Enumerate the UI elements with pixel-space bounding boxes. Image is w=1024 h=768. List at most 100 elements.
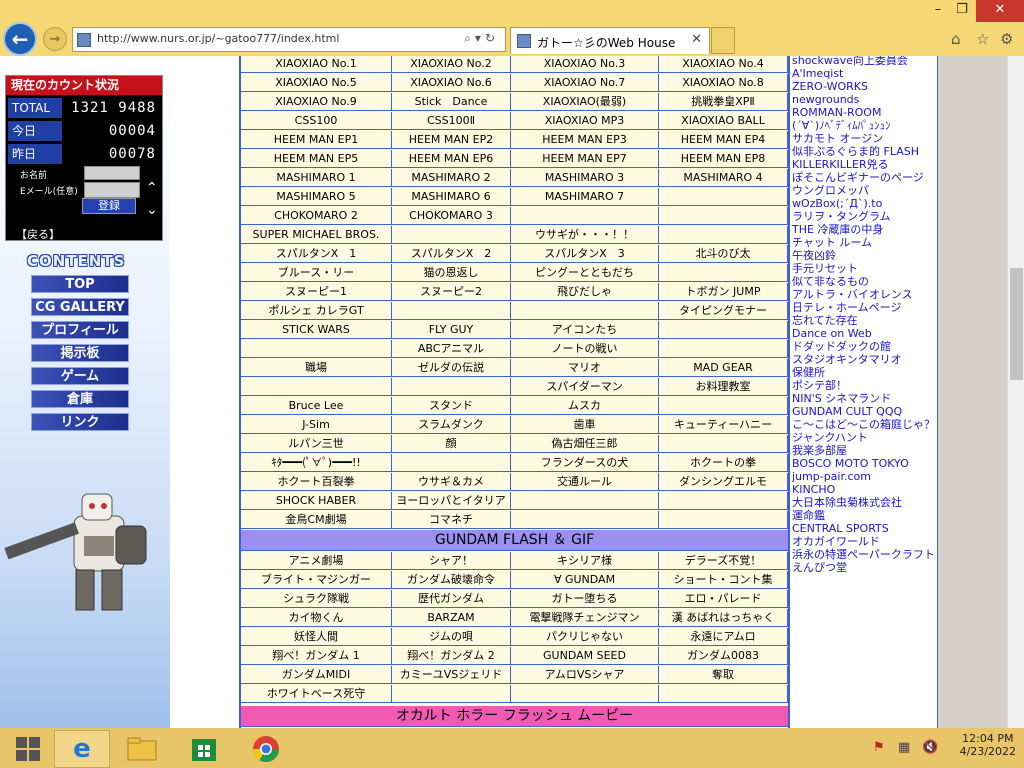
external-link[interactable]: 日テレ・ホームページ [792,301,901,314]
flash-link[interactable]: スヌーピー1 [241,283,392,301]
taskbar-chrome[interactable] [238,730,294,768]
external-link[interactable]: CENTRAL SPORTS [792,522,889,535]
new-tab-button[interactable] [711,27,735,54]
flash-link[interactable]: MASHIMARO 6 [392,188,511,206]
external-link[interactable]: NIN'S シネマランド [792,392,891,405]
external-link[interactable]: 浜永の特選ペーパークラフト [792,548,935,561]
flash-link[interactable]: MASHIMARO 4 [659,169,788,187]
flash-link[interactable]: 猫の恩返し [392,264,511,282]
flash-link[interactable]: MASHIMARO 2 [392,169,511,187]
nav-storage[interactable]: 倉庫 [31,390,129,408]
flash-link[interactable]: スパルタンX 1 [241,245,392,263]
flash-link[interactable]: HEEM MAN EP3 [511,131,659,149]
maximize-button[interactable]: ❐ [944,0,980,22]
refresh-icon[interactable]: ↻ [485,31,499,45]
external-link[interactable]: THE 冷蔵庫の中身 [792,223,883,236]
flash-link[interactable]: アイコンたち [511,321,659,339]
flash-link[interactable]: ガンダム0083 [659,647,788,665]
flash-link[interactable]: XIAOXIAO No.5 [241,74,392,92]
flash-link[interactable]: ムスカ [511,397,659,415]
flash-link[interactable]: SHOCK HABER [241,492,392,510]
flash-link[interactable]: XIAOXIAO No.4 [659,56,788,73]
email-input[interactable] [84,182,140,198]
flash-link[interactable]: 交通ルール [511,473,659,491]
flash-link[interactable]: XIAOXIAO No.7 [511,74,659,92]
flash-link[interactable]: CSS100Ⅱ [392,112,511,130]
flash-link[interactable]: ブルース・リー [241,264,392,282]
flash-link[interactable]: CHOKOMARO 2 [241,207,392,225]
flash-link[interactable]: ホクートの拳 [659,454,788,472]
flash-link[interactable]: フランダースの犬 [511,454,659,472]
back-button[interactable]: ← [3,22,37,56]
flash-link[interactable]: ガンダム破壊命令 [392,571,511,589]
flash-link[interactable]: ホワイトベース死守 [241,685,392,703]
taskbar-explorer[interactable] [114,730,170,768]
external-link[interactable]: shockwave向上委員会 [792,56,908,67]
flash-link[interactable]: CHOKOMARO 3 [392,207,511,225]
flag-icon[interactable]: ⚑ [873,740,885,755]
external-link[interactable]: 忘れてた存在 [792,314,858,327]
flash-link[interactable]: マリオ [511,359,659,377]
home-icon[interactable]: ⌂ [951,30,961,48]
address-bar[interactable]: http://www.nurs.or.jp/~gatoo777/index.ht… [72,27,506,52]
flash-link[interactable]: シャア！ [392,552,511,570]
taskbar-store[interactable] [176,730,232,768]
flash-link[interactable]: XIAOXIAO No.3 [511,56,659,73]
scroll-down-icon[interactable]: ⌄ [146,202,158,218]
flash-link[interactable]: 永遠にアムロ [659,628,788,646]
external-link[interactable]: ラリヲ・タングラム [792,210,891,223]
external-link[interactable]: ROMMAN-ROOM [792,106,881,119]
external-link[interactable]: スタジオキンタマリオ [792,353,902,366]
flash-link[interactable]: ブライト・マジンガー [241,571,392,589]
flash-link[interactable]: スパルタンX 2 [392,245,511,263]
flash-link[interactable]: 顔 [392,435,511,453]
flash-link[interactable]: Bruce Lee [241,397,392,415]
external-link[interactable]: newgrounds [792,93,859,106]
url-text[interactable]: http://www.nurs.or.jp/~gatoo777/index.ht… [97,32,339,45]
flash-link[interactable]: エロ・パレード [659,590,788,608]
nav-profile[interactable]: プロフィール [31,321,129,339]
external-link[interactable]: 似て非なるもの [792,275,869,288]
nav-links[interactable]: リンク [31,413,129,431]
taskbar-ie[interactable]: e [54,730,110,768]
flash-link[interactable]: ゼルダの伝説 [392,359,511,377]
flash-link[interactable]: XIAOXIAO No.9 [241,93,392,111]
flash-link[interactable]: XIAOXIAO BALL [659,112,788,130]
flash-link[interactable]: MASHIMARO 1 [241,169,392,187]
flash-link[interactable]: HEEM MAN EP5 [241,150,392,168]
flash-link[interactable]: HEEM MAN EP1 [241,131,392,149]
external-link[interactable]: ウングロメッパ [792,184,869,197]
flash-link[interactable]: MASHIMARO 5 [241,188,392,206]
flash-link[interactable]: XIAOXIAO MP3 [511,112,659,130]
external-link[interactable]: wOzBox(;´Д`).to [792,197,882,210]
flash-link[interactable]: 職場 [241,359,392,377]
external-link[interactable]: ドダッドダックの館 [792,340,891,353]
flash-link[interactable]: XIAOXIAO No.6 [392,74,511,92]
flash-link[interactable]: パクリじゃない [511,628,659,646]
flash-link[interactable]: 奪取 [659,666,788,684]
flash-link[interactable]: 漢 あばれはっちゃく [659,609,788,627]
start-button[interactable] [0,730,56,768]
flash-link[interactable]: スパイダーマン [511,378,659,396]
scroll-up-icon[interactable]: ⌃ [146,180,158,196]
nav-game[interactable]: ゲーム [31,367,129,385]
flash-link[interactable]: スヌーピー2 [392,283,511,301]
flash-link[interactable]: MASHIMARO 7 [511,188,659,206]
flash-link[interactable]: ノートの戦い [511,340,659,358]
network-icon[interactable]: ▦ [898,740,910,755]
flash-link[interactable]: シュラク隊戦 [241,590,392,608]
flash-link[interactable]: ガトー堕ちる [511,590,659,608]
flash-link[interactable]: スパルタンX 3 [511,245,659,263]
flash-link[interactable]: 挑戦拳皇XPⅡ [659,93,788,111]
external-link[interactable]: 大日本除虫菊株式会社 [792,496,902,509]
scrollbar-thumb[interactable] [1010,268,1023,380]
flash-link[interactable]: XIAOXIAO No.2 [392,56,511,73]
flash-link[interactable]: カミーユVSジェリド [392,666,511,684]
flash-link[interactable]: ピングーとともだち [511,264,659,282]
external-link[interactable]: ジャンクハント [792,431,868,444]
flash-link[interactable]: ABCアニマル [392,340,511,358]
external-link[interactable]: アルトラ・バイオレンス [792,288,913,301]
flash-link[interactable]: STICK WARS [241,321,392,339]
flash-link[interactable]: キシリア様 [511,552,659,570]
flash-link[interactable]: XIAOXIAO(最弱) [511,93,659,111]
